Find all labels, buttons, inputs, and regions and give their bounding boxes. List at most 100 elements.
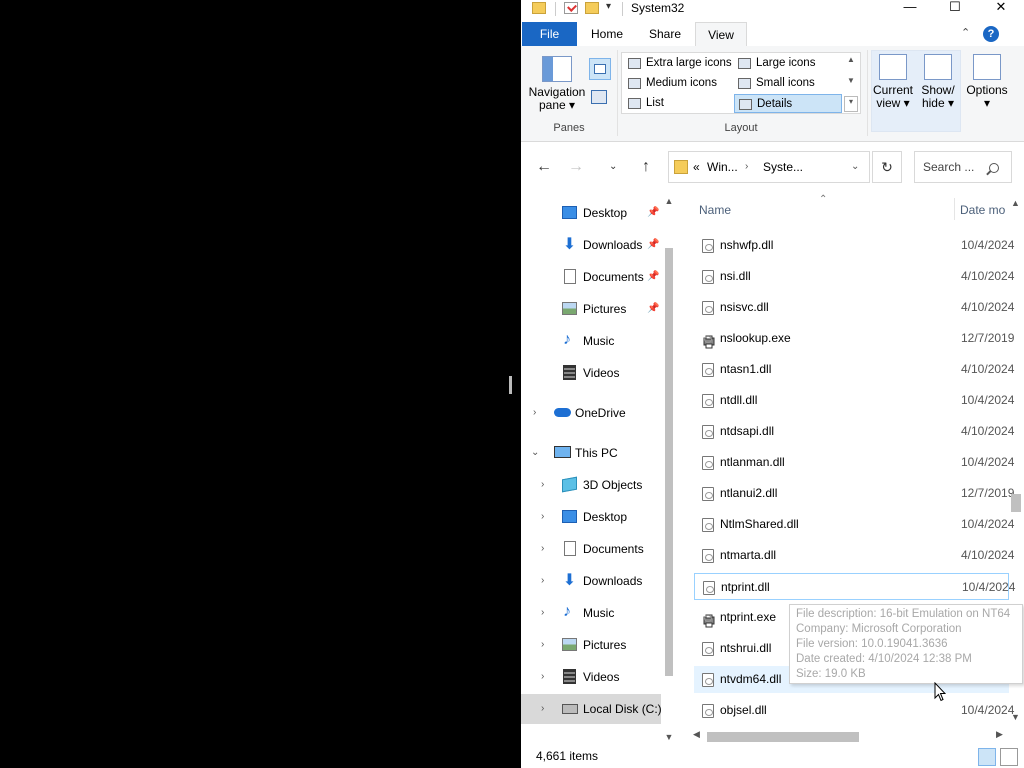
expand-chevron-icon[interactable]: › xyxy=(541,694,544,724)
nav-item-pc-desktop[interactable]: › Desktop xyxy=(521,502,661,532)
nav-item-documents[interactable]: Documents 📌 xyxy=(521,262,661,292)
navigation-pane-button[interactable]: Navigation pane ▾ xyxy=(527,56,587,112)
scroll-up-icon[interactable]: ▲ xyxy=(1007,198,1024,208)
expand-chevron-icon[interactable]: › xyxy=(541,502,544,532)
preview-pane-icon[interactable] xyxy=(589,58,611,80)
forward-arrow-icon[interactable]: → xyxy=(568,158,584,176)
address-field[interactable]: « Win... › Syste... ⌄ xyxy=(668,151,870,183)
search-input[interactable]: Search ... xyxy=(914,151,1012,183)
layout-list[interactable]: List xyxy=(624,94,734,113)
properties-check-icon[interactable] xyxy=(564,2,578,14)
table-row[interactable]: ntlanman.dll 10/4/2024 xyxy=(694,449,1014,476)
table-row[interactable]: NtlmShared.dll 10/4/2024 xyxy=(694,511,1014,538)
expand-chevron-icon[interactable]: › xyxy=(541,470,544,500)
table-row[interactable]: ntlanui2.dll 12/7/2019 xyxy=(694,480,1014,507)
options-button[interactable]: Options ▾ xyxy=(965,54,1009,110)
help-icon[interactable]: ? xyxy=(983,26,999,42)
nav-pane-scrollbar[interactable]: ▲ ▼ xyxy=(662,196,676,744)
expand-chevron-icon[interactable]: › xyxy=(541,534,544,564)
nav-item-onedrive[interactable]: › OneDrive xyxy=(521,398,661,428)
layout-details[interactable]: Details xyxy=(734,94,842,113)
table-row[interactable]: objsel.dll 10/4/2024 xyxy=(694,697,1014,724)
nav-item-pc-music[interactable]: › ♪ Music xyxy=(521,598,661,628)
nav-item-local-disk[interactable]: › Local Disk (C:) xyxy=(521,694,662,724)
details-pane-icon[interactable] xyxy=(591,90,607,104)
current-view-button[interactable]: Current view ▾ xyxy=(872,54,914,110)
tab-share[interactable]: Share xyxy=(639,22,691,46)
breadcrumb-overflow[interactable]: « xyxy=(693,160,700,174)
dll-file-icon xyxy=(703,581,715,595)
nav-item-pc-downloads[interactable]: › ⬇ Downloads xyxy=(521,566,661,596)
table-row[interactable]: ntdll.dll 10/4/2024 xyxy=(694,387,1014,414)
nav-item-downloads[interactable]: ⬇ Downloads 📌 xyxy=(521,230,661,260)
expand-chevron-icon[interactable]: › xyxy=(541,598,544,628)
split-divider-handle[interactable] xyxy=(509,376,512,394)
nav-item-3d-objects[interactable]: › 3D Objects xyxy=(521,470,661,500)
table-row[interactable]: nsisvc.dll 4/10/2024 xyxy=(694,294,1014,321)
nav-item-pictures[interactable]: Pictures 📌 xyxy=(521,294,661,324)
layout-large-icons[interactable]: Large icons xyxy=(734,54,842,73)
nav-item-music[interactable]: ♪ Music xyxy=(521,326,661,356)
breadcrumb-system32[interactable]: Syste... xyxy=(763,160,803,174)
file-list-horizontal-scrollbar[interactable]: ◀ ▶ xyxy=(691,728,1011,745)
address-dropdown-chevron-icon[interactable]: ⌄ xyxy=(851,161,859,172)
layout-more-icon[interactable]: ▾ xyxy=(844,96,858,112)
scrollbar-thumb[interactable] xyxy=(665,248,673,676)
table-row[interactable]: ntmarta.dll 4/10/2024 xyxy=(694,542,1014,569)
table-row[interactable]: nshwfp.dll 10/4/2024 xyxy=(694,232,1014,259)
tab-view[interactable]: View xyxy=(695,22,747,46)
scroll-left-icon[interactable]: ◀ xyxy=(693,729,700,740)
separator[interactable] xyxy=(954,198,955,220)
collapse-chevron-icon[interactable]: ⌄ xyxy=(531,438,539,468)
expand-chevron-icon[interactable]: › xyxy=(541,662,544,692)
expand-chevron-icon[interactable]: › xyxy=(541,566,544,596)
scroll-right-icon[interactable]: ▶ xyxy=(996,729,1003,740)
expand-chevron-icon[interactable]: › xyxy=(541,630,544,660)
column-header-date-modified[interactable]: Date mo xyxy=(960,203,1005,217)
table-row[interactable]: nslookup.exe 12/7/2019 xyxy=(694,325,1014,352)
file-name: ntlanui2.dll xyxy=(720,486,778,500)
dll-file-icon xyxy=(702,704,714,718)
maximize-button[interactable]: ☐ xyxy=(938,0,972,20)
layout-scroll-up-icon[interactable]: ▲ xyxy=(844,55,858,71)
show-hide-button[interactable]: Show/ hide ▾ xyxy=(918,54,958,110)
layout-extra-large-icons[interactable]: Extra large icons xyxy=(624,54,734,73)
file-name: nshwfp.dll xyxy=(720,238,774,252)
back-arrow-icon[interactable]: ← xyxy=(536,158,552,176)
recent-locations-chevron-icon[interactable]: ⌄ xyxy=(609,161,617,172)
tab-home[interactable]: Home xyxy=(581,22,633,46)
nav-item-this-pc[interactable]: ⌄ This PC xyxy=(521,438,661,468)
breadcrumb-windows[interactable]: Win... xyxy=(707,160,738,174)
scroll-down-icon[interactable]: ▼ xyxy=(662,732,676,742)
up-arrow-icon[interactable]: ↑ xyxy=(642,158,650,176)
scrollbar-thumb[interactable] xyxy=(707,732,859,742)
layout-small-icons[interactable]: Small icons xyxy=(734,74,842,93)
tab-file[interactable]: File xyxy=(522,22,577,46)
details-view-icon[interactable] xyxy=(978,748,996,766)
column-header-name[interactable]: Name xyxy=(699,203,731,217)
nav-item-desktop[interactable]: Desktop 📌 xyxy=(521,198,661,228)
expand-ribbon-chevron-icon[interactable]: ⌃ xyxy=(961,26,970,39)
customize-quick-access-chevron-icon[interactable]: ▾ xyxy=(606,1,611,12)
close-button[interactable]: ✕ xyxy=(984,0,1018,20)
nav-item-pc-pictures[interactable]: › Pictures xyxy=(521,630,661,660)
breadcrumb-separator-icon[interactable]: › xyxy=(745,161,748,172)
layout-medium-icons[interactable]: Medium icons xyxy=(624,74,734,93)
scroll-up-icon[interactable]: ▲ xyxy=(662,196,676,206)
scrollbar-thumb[interactable] xyxy=(1011,494,1021,512)
scroll-down-icon[interactable]: ▼ xyxy=(1007,712,1024,722)
table-row[interactable]: ntprint.dll 10/4/2024 xyxy=(694,573,1015,600)
minimize-button[interactable]: — xyxy=(893,0,927,20)
table-row[interactable]: ntdsapi.dll 4/10/2024 xyxy=(694,418,1014,445)
nav-item-videos[interactable]: Videos xyxy=(521,358,661,388)
nav-item-pc-documents[interactable]: › Documents xyxy=(521,534,661,564)
table-row[interactable]: nsi.dll 4/10/2024 xyxy=(694,263,1014,290)
expand-chevron-icon[interactable]: › xyxy=(533,398,536,428)
nav-item-pc-videos[interactable]: › Videos xyxy=(521,662,661,692)
refresh-icon[interactable]: ↻ xyxy=(872,151,902,183)
file-info-tooltip: File description: 16-bit Emulation on NT… xyxy=(789,604,1023,684)
new-folder-icon[interactable] xyxy=(585,2,599,14)
layout-scroll-down-icon[interactable]: ▼ xyxy=(844,76,858,92)
table-row[interactable]: ntasn1.dll 4/10/2024 xyxy=(694,356,1014,383)
large-icons-view-icon[interactable] xyxy=(1000,748,1018,766)
